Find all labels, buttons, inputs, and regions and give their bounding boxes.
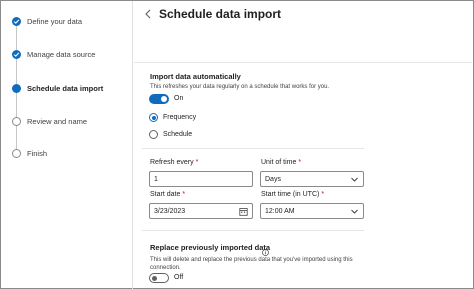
current-step-icon [12, 83, 21, 93]
replace-data-toggle-label: Off [174, 274, 184, 281]
section-divider [142, 148, 364, 149]
calendar-icon[interactable] [239, 207, 248, 216]
replace-data-toggle[interactable] [149, 273, 169, 283]
step-finish[interactable]: Finish [12, 147, 47, 159]
start-date-label: Start date * [150, 191, 186, 198]
chevron-down-icon [350, 175, 359, 184]
radio-schedule[interactable]: Schedule [149, 130, 192, 139]
pending-step-icon [12, 148, 21, 158]
step-label: Review and name [27, 116, 88, 126]
radio-circle [149, 130, 158, 139]
step-connector [16, 23, 17, 50]
pending-step-icon [12, 116, 21, 126]
radio-frequency[interactable]: Frequency [149, 113, 196, 122]
step-connector [16, 92, 17, 117]
start-date-input[interactable]: 3/23/2023 [149, 203, 253, 219]
import-auto-toggle-label: On [174, 95, 184, 102]
header-divider [134, 62, 472, 63]
step-label: Define your data [27, 16, 83, 26]
chevron-left-icon[interactable] [143, 8, 153, 20]
radio-label: Schedule [163, 131, 193, 138]
refresh-every-input[interactable]: 1 [149, 171, 253, 187]
step-review-and-name[interactable]: Review and name [12, 115, 87, 127]
step-label: Finish [27, 148, 48, 158]
page-title: Schedule data import [159, 7, 282, 21]
dialog-frame: Define your data Manage data source Sche… [0, 0, 474, 289]
step-label: Manage data source [27, 49, 96, 59]
step-define-your-data[interactable]: Define your data [12, 15, 82, 27]
step-manage-data-source[interactable]: Manage data source [12, 48, 95, 60]
step-schedule-data-import[interactable]: Schedule data import [12, 82, 103, 94]
radio-label: Frequency [163, 114, 197, 121]
start-time-label: Start time (in UTC) * [261, 191, 325, 198]
unit-of-time-label: Unit of time * [261, 159, 302, 166]
section-divider [142, 230, 364, 231]
info-icon[interactable] [262, 243, 269, 256]
step-connector [16, 125, 17, 149]
import-auto-title: Import data automatically [150, 72, 241, 81]
radio-circle [149, 113, 158, 122]
wizard-stepper: Define your data Manage data source Sche… [1, 1, 133, 289]
unit-of-time-dropdown[interactable]: Days [260, 171, 364, 187]
step-label: Schedule data import [27, 83, 104, 93]
chevron-down-icon [350, 207, 359, 216]
checkmark-icon [12, 49, 21, 59]
refresh-every-label: Refresh every * [150, 159, 199, 166]
import-auto-toggle[interactable] [149, 94, 169, 104]
replace-data-description: This will delete and replace the previou… [150, 257, 353, 271]
start-time-dropdown[interactable]: 12:00 AM [260, 203, 364, 219]
replace-data-title: Replace previously imported data [150, 243, 271, 252]
import-auto-description: This refreshes your data regularly on a … [150, 84, 330, 90]
checkmark-icon [12, 16, 21, 26]
step-connector [16, 58, 17, 84]
